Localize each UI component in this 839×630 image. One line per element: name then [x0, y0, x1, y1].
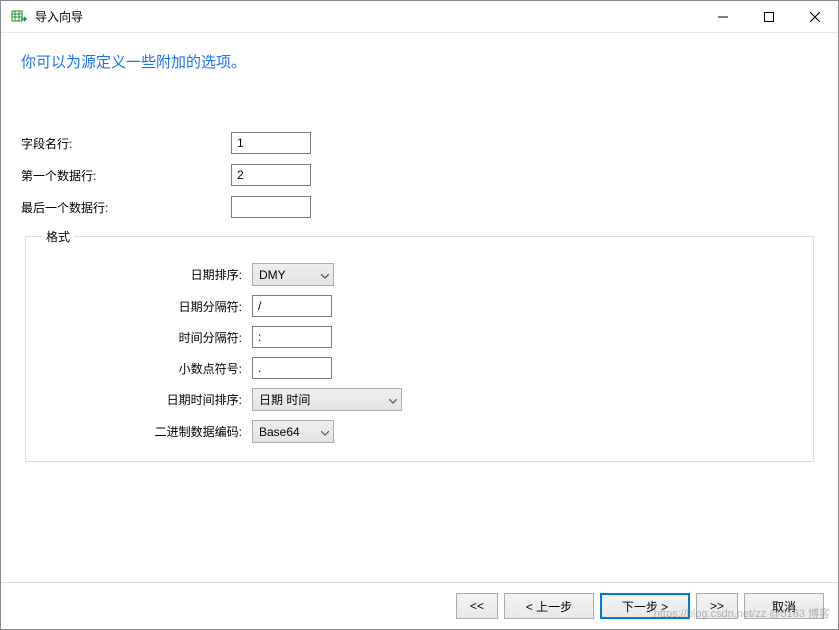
- first-data-row-input[interactable]: [231, 164, 311, 186]
- decimal-sym-label: 小数点符号:: [42, 360, 252, 377]
- window-title: 导入向导: [35, 8, 700, 25]
- close-button[interactable]: [792, 1, 838, 33]
- binary-enc-value: Base64: [259, 425, 300, 439]
- app-icon: [11, 9, 27, 25]
- first-button[interactable]: <<: [456, 593, 498, 619]
- chevron-down-icon: [321, 268, 329, 282]
- date-sep-row: 日期分隔符:: [42, 295, 797, 317]
- last-data-row-label: 最后一个数据行:: [21, 199, 231, 216]
- decimal-sym-input[interactable]: [252, 357, 332, 379]
- chevron-down-icon: [321, 425, 329, 439]
- date-order-label: 日期排序:: [42, 266, 252, 283]
- chevron-down-icon: [389, 393, 397, 407]
- field-name-row-input[interactable]: [231, 132, 311, 154]
- last-data-row: 最后一个数据行:: [21, 196, 818, 218]
- format-legend: 格式: [42, 228, 74, 245]
- datetime-order-value: 日期 时间: [259, 391, 310, 408]
- date-order-row: 日期排序: DMY: [42, 263, 797, 286]
- date-sep-input[interactable]: [252, 295, 332, 317]
- time-sep-row: 时间分隔符:: [42, 326, 797, 348]
- field-name-row-label: 字段名行:: [21, 135, 231, 152]
- datetime-order-row: 日期时间排序: 日期 时间: [42, 388, 797, 411]
- format-group: 格式 日期排序: DMY 日期分隔符: 时间分隔符: 小数点符号: 日期时间排序…: [25, 228, 814, 462]
- prev-button[interactable]: < 上一步: [504, 593, 594, 619]
- decimal-sym-row: 小数点符号:: [42, 357, 797, 379]
- last-data-row-input[interactable]: [231, 196, 311, 218]
- maximize-button[interactable]: [746, 1, 792, 33]
- binary-enc-select[interactable]: Base64: [252, 420, 334, 443]
- footer: << < 上一步 下一步 > >> 取消: [1, 582, 838, 629]
- titlebar: 导入向导: [1, 1, 838, 33]
- first-data-row: 第一个数据行:: [21, 164, 818, 186]
- date-order-value: DMY: [259, 268, 286, 282]
- binary-enc-label: 二进制数据编码:: [42, 423, 252, 440]
- first-data-row-label: 第一个数据行:: [21, 167, 231, 184]
- content-area: 你可以为源定义一些附加的选项。 字段名行: 第一个数据行: 最后一个数据行: 格…: [1, 33, 838, 462]
- next-button[interactable]: 下一步 >: [600, 593, 690, 619]
- headline: 你可以为源定义一些附加的选项。: [21, 51, 818, 72]
- binary-enc-row: 二进制数据编码: Base64: [42, 420, 797, 443]
- datetime-order-select[interactable]: 日期 时间: [252, 388, 402, 411]
- minimize-button[interactable]: [700, 1, 746, 33]
- last-button[interactable]: >>: [696, 593, 738, 619]
- date-order-select[interactable]: DMY: [252, 263, 334, 286]
- datetime-order-label: 日期时间排序:: [42, 391, 252, 408]
- cancel-button[interactable]: 取消: [744, 593, 824, 619]
- time-sep-input[interactable]: [252, 326, 332, 348]
- time-sep-label: 时间分隔符:: [42, 329, 252, 346]
- date-sep-label: 日期分隔符:: [42, 298, 252, 315]
- field-name-row: 字段名行:: [21, 132, 818, 154]
